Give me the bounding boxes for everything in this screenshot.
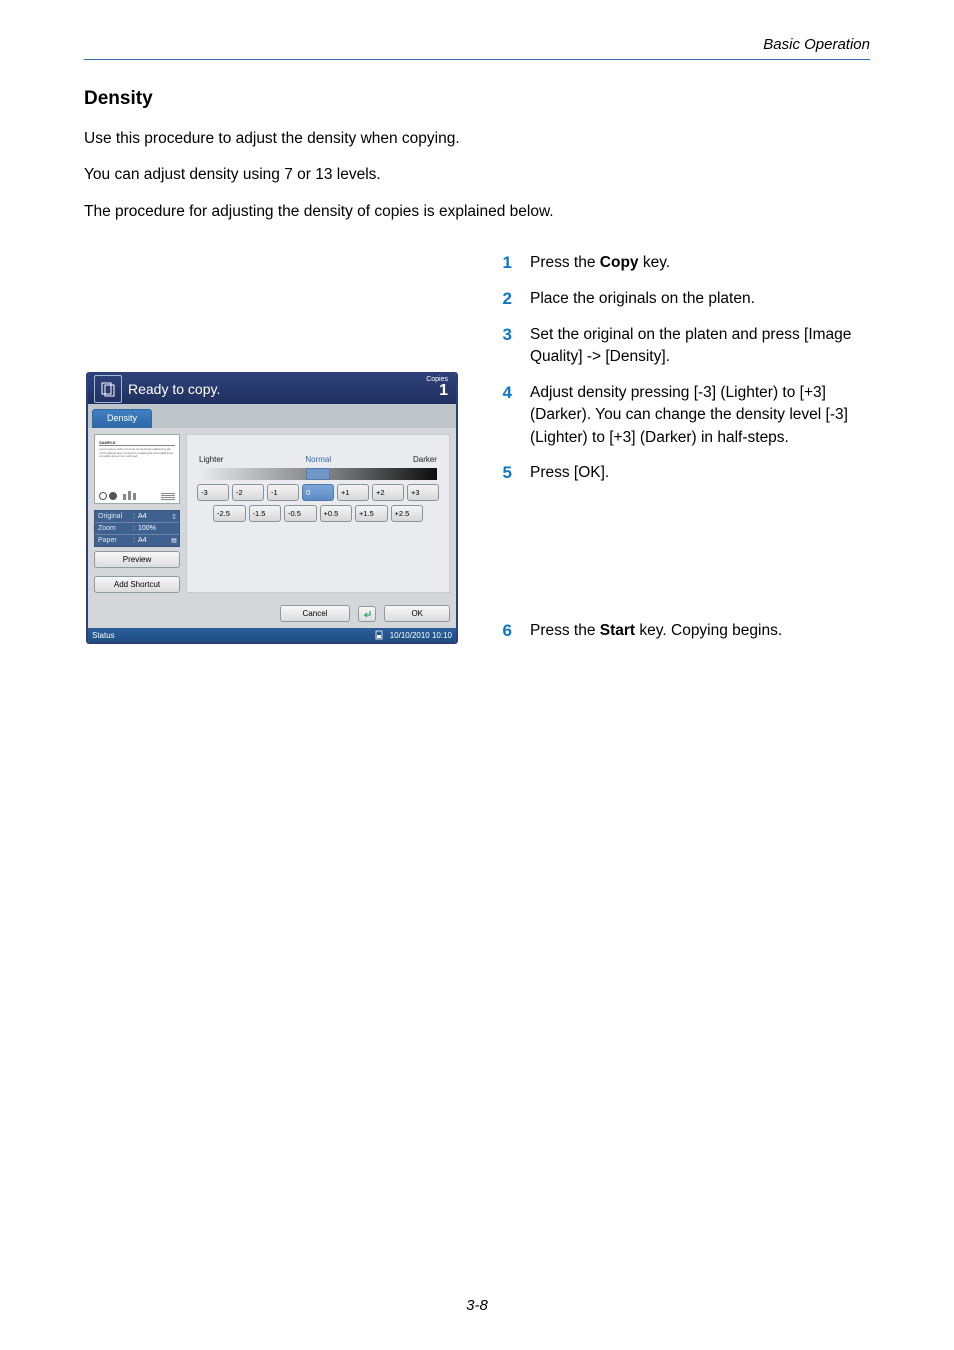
info-original-val: A4	[135, 511, 169, 522]
step-text: Set the original on the platen and press…	[530, 324, 870, 369]
info-table: Original:A4▯ Zoom:100% Paper:A4▤	[94, 510, 180, 547]
info-original-key: Original	[95, 511, 133, 522]
step-number: 5	[494, 462, 512, 485]
running-head: Basic Operation	[84, 36, 870, 59]
step-1: 1 Press the Copy key.	[494, 252, 870, 275]
tray-icon: ▤	[169, 535, 179, 546]
step-number: 3	[494, 324, 512, 369]
step-4: 4 Adjust density pressing [-3] (Lighter)…	[494, 382, 870, 449]
density-plus-3[interactable]: +3	[407, 484, 439, 501]
step-5: 5 Press [OK].	[494, 462, 870, 485]
cancel-button[interactable]: Cancel	[280, 605, 351, 622]
density-plus-2[interactable]: +2	[372, 484, 404, 501]
copies-count: 1	[426, 383, 448, 399]
toner-icon	[374, 630, 384, 640]
step-3: 3 Set the original on the platen and pre…	[494, 324, 870, 369]
density-minus-1-5[interactable]: -1.5	[249, 505, 282, 522]
add-shortcut-button[interactable]: Add Shortcut	[94, 576, 180, 593]
density-plus-2-5[interactable]: +2.5	[391, 505, 424, 522]
tab-row: Density	[88, 404, 456, 428]
density-minus-2-5[interactable]: -2.5	[213, 505, 246, 522]
density-plus-1-5[interactable]: +1.5	[355, 505, 388, 522]
step-2: 2 Place the originals on the platen.	[494, 288, 870, 311]
intro-para-3: The procedure for adjusting the density …	[84, 201, 870, 223]
status-label: Status	[92, 631, 115, 640]
density-plus-0-5[interactable]: +0.5	[320, 505, 353, 522]
section-title: Density	[84, 88, 870, 110]
density-zero[interactable]: 0	[302, 484, 334, 501]
preview-button[interactable]: Preview	[94, 551, 180, 568]
info-paper-key: Paper	[95, 535, 133, 546]
step-text: Adjust density pressing [-3] (Lighter) t…	[530, 382, 870, 449]
preview-thumbnail: SAMPLE Lorem ipsum dolor sit amet consec…	[94, 434, 180, 504]
intro-para-2: You can adjust density using 7 or 13 lev…	[84, 164, 870, 186]
step-text: Press [OK].	[530, 462, 609, 485]
info-zoom-val: 100%	[135, 523, 169, 534]
label-lighter: Lighter	[199, 455, 223, 464]
page-number: 3-8	[0, 1297, 954, 1314]
status-datetime: 10/10/2010 10:10	[390, 631, 452, 640]
step-6: 6 Press the Start key. Copying begins.	[494, 620, 870, 643]
density-minus-2[interactable]: -2	[232, 484, 264, 501]
tab-density[interactable]: Density	[92, 409, 152, 428]
step-number: 1	[494, 252, 512, 275]
ok-button[interactable]: OK	[384, 605, 450, 622]
intro-para-1: Use this procedure to adjust the density…	[84, 128, 870, 150]
info-paper-val: A4	[135, 535, 169, 546]
status-bar[interactable]: Status 10/10/2010 10:10	[88, 628, 456, 642]
step-text: Press the Start key. Copying begins.	[530, 620, 782, 643]
density-minus-0-5[interactable]: -0.5	[284, 505, 317, 522]
label-darker: Darker	[413, 455, 437, 464]
return-icon[interactable]	[358, 606, 376, 622]
density-gradient	[199, 468, 437, 480]
step-text: Press the Copy key.	[530, 252, 670, 275]
titlebar-text: Ready to copy.	[128, 381, 220, 397]
header-rule	[84, 59, 870, 60]
density-screen: Ready to copy. Copies 1 Density SAMPLE L…	[86, 372, 458, 644]
step-number: 6	[494, 620, 512, 643]
info-zoom-key: Zoom	[95, 523, 133, 534]
density-plus-1[interactable]: +1	[337, 484, 369, 501]
step-number: 4	[494, 382, 512, 449]
density-minus-3[interactable]: -3	[197, 484, 229, 501]
step-number: 2	[494, 288, 512, 311]
density-minus-1[interactable]: -1	[267, 484, 299, 501]
titlebar: Ready to copy. Copies 1	[88, 374, 456, 404]
copy-icon	[94, 375, 122, 403]
density-slider-panel: Lighter Normal Darker -3 -2 -1 0 +1 +2 +…	[186, 434, 450, 593]
portrait-icon: ▯	[169, 511, 179, 522]
step-text: Place the originals on the platen.	[530, 288, 755, 311]
label-normal: Normal	[305, 455, 331, 464]
